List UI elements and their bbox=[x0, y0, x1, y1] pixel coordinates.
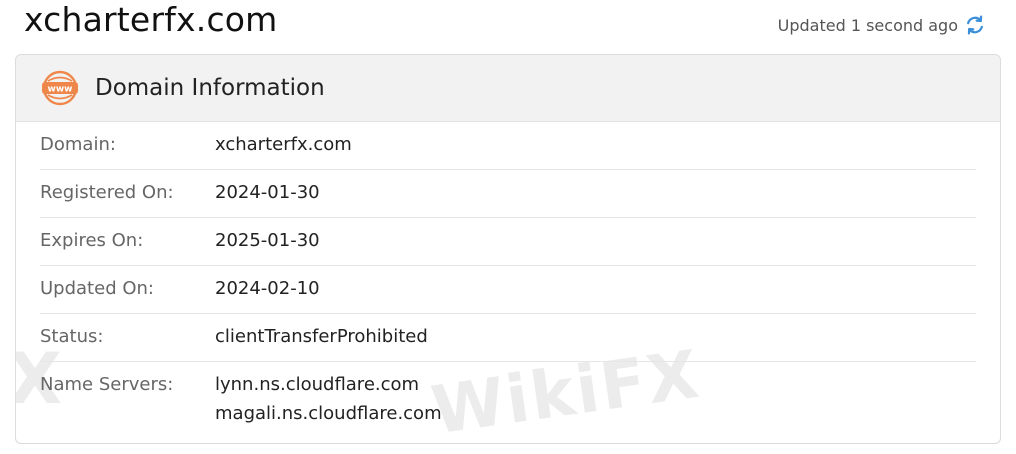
refresh-icon[interactable] bbox=[964, 14, 986, 36]
row-value: xcharterfx.com bbox=[215, 134, 352, 155]
info-rows: X WikiFX Domain: xcharterfx.com Register… bbox=[16, 122, 1000, 443]
row-value: lynn.ns.cloudflare.com magali.ns.cloudfl… bbox=[215, 374, 442, 428]
row-updated-on: Updated On: 2024-02-10 bbox=[40, 266, 976, 314]
row-expires-on: Expires On: 2025-01-30 bbox=[40, 218, 976, 266]
row-status: Status: clientTransferProhibited bbox=[40, 314, 976, 362]
row-label: Updated On: bbox=[40, 278, 154, 299]
row-value: 2024-01-30 bbox=[215, 182, 320, 203]
row-value: 2025-01-30 bbox=[215, 230, 320, 251]
row-value: clientTransferProhibited bbox=[215, 326, 428, 347]
row-name-servers: Name Servers: lynn.ns.cloudflare.com mag… bbox=[40, 362, 976, 440]
name-server-1: lynn.ns.cloudflare.com bbox=[215, 374, 420, 395]
updated-on-value: 2024-02-10 bbox=[215, 278, 320, 299]
status-value: clientTransferProhibited bbox=[215, 326, 428, 347]
row-label: Expires On: bbox=[40, 230, 144, 251]
page-title: xcharterfx.com bbox=[24, 0, 278, 39]
name-server-2: magali.ns.cloudflare.com bbox=[215, 403, 442, 424]
updated-text: Updated 1 second ago bbox=[777, 15, 958, 35]
card-header: www Domain Information bbox=[16, 55, 1000, 122]
expires-on-value: 2025-01-30 bbox=[215, 230, 320, 251]
card-title: Domain Information bbox=[95, 75, 325, 101]
row-value: 2024-02-10 bbox=[215, 278, 320, 299]
domain-value: xcharterfx.com bbox=[215, 134, 352, 155]
row-label: Registered On: bbox=[40, 182, 174, 203]
row-label: Status: bbox=[40, 326, 104, 347]
www-icon-text: www bbox=[48, 85, 73, 95]
row-domain: Domain: xcharterfx.com bbox=[40, 122, 976, 170]
page: xcharterfx.com Updated 1 second ago www bbox=[0, 0, 1016, 454]
row-label: Name Servers: bbox=[40, 374, 174, 395]
registered-on-value: 2024-01-30 bbox=[215, 182, 320, 203]
row-label: Domain: bbox=[40, 134, 116, 155]
domain-info-card: www Domain Information X WikiFX Domain: … bbox=[15, 54, 1001, 444]
row-registered-on: Registered On: 2024-01-30 bbox=[40, 170, 976, 218]
www-icon: www bbox=[41, 69, 79, 107]
updated-status: Updated 1 second ago bbox=[778, 14, 986, 36]
